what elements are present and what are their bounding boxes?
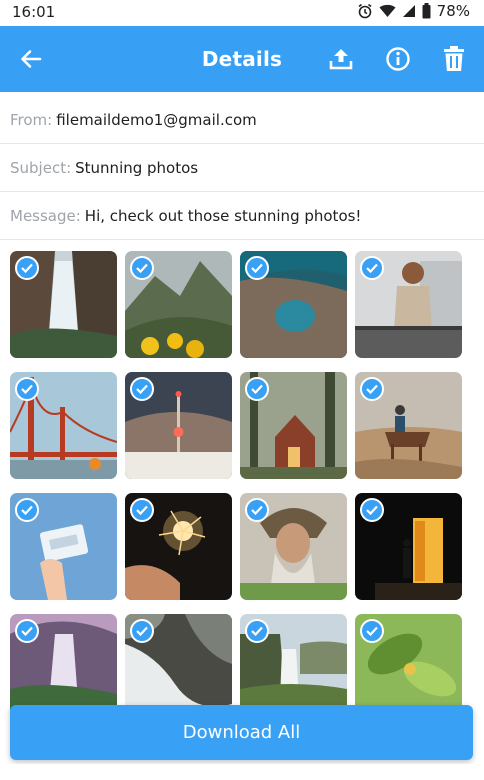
info-icon[interactable]	[382, 43, 414, 75]
message-row: Message: Hi, check out those stunning ph…	[0, 192, 484, 240]
selected-check-icon	[15, 377, 39, 401]
subject-label: Subject:	[10, 158, 72, 177]
selected-check-icon	[360, 619, 384, 643]
selected-check-icon	[245, 619, 269, 643]
photo-tile[interactable]	[355, 372, 462, 479]
selected-check-icon	[130, 498, 154, 522]
wifi-icon	[379, 4, 396, 18]
subject-value: Stunning photos	[75, 158, 199, 177]
alarm-icon	[357, 3, 373, 19]
selected-check-icon	[360, 498, 384, 522]
photo-tile[interactable]	[240, 372, 347, 479]
photo-tile[interactable]	[240, 493, 347, 600]
battery-icon	[422, 3, 431, 19]
photo-tile[interactable]	[10, 372, 117, 479]
selected-check-icon	[245, 377, 269, 401]
photo-tile[interactable]	[10, 493, 117, 600]
photo-tile[interactable]	[355, 493, 462, 600]
selected-check-icon	[245, 256, 269, 280]
photo-tile[interactable]	[240, 251, 347, 358]
bottom-strip	[0, 764, 484, 780]
selected-check-icon	[15, 619, 39, 643]
selected-check-icon	[130, 256, 154, 280]
app-bar: Details	[0, 26, 484, 92]
from-label: From:	[10, 110, 53, 129]
message-value: Hi, check out those stunning photos!	[84, 206, 362, 225]
selected-check-icon	[15, 498, 39, 522]
message-label: Message:	[10, 206, 81, 225]
subject-row: Subject: Stunning photos	[0, 144, 484, 192]
status-time: 16:01	[12, 3, 56, 21]
status-bar: 16:01 78%	[0, 0, 484, 24]
from-row: From: filemaildemo1@gmail.com	[0, 96, 484, 144]
photo-grid	[10, 251, 476, 780]
photo-tile[interactable]	[125, 251, 232, 358]
download-all-button[interactable]: Download All	[10, 705, 473, 760]
photo-tile[interactable]	[10, 251, 117, 358]
download-all-label: Download All	[182, 722, 301, 743]
selected-check-icon	[245, 498, 269, 522]
upload-icon[interactable]	[325, 43, 357, 75]
from-value: filemaildemo1@gmail.com	[56, 110, 257, 129]
selected-check-icon	[15, 256, 39, 280]
photo-tile[interactable]	[125, 372, 232, 479]
trash-icon[interactable]	[438, 43, 470, 75]
signal-icon	[402, 4, 416, 18]
photo-tile[interactable]	[355, 251, 462, 358]
selected-check-icon	[130, 619, 154, 643]
selected-check-icon	[360, 256, 384, 280]
selected-check-icon	[360, 377, 384, 401]
photo-tile[interactable]	[125, 493, 232, 600]
battery-percent: 78%	[436, 2, 470, 20]
selected-check-icon	[130, 377, 154, 401]
